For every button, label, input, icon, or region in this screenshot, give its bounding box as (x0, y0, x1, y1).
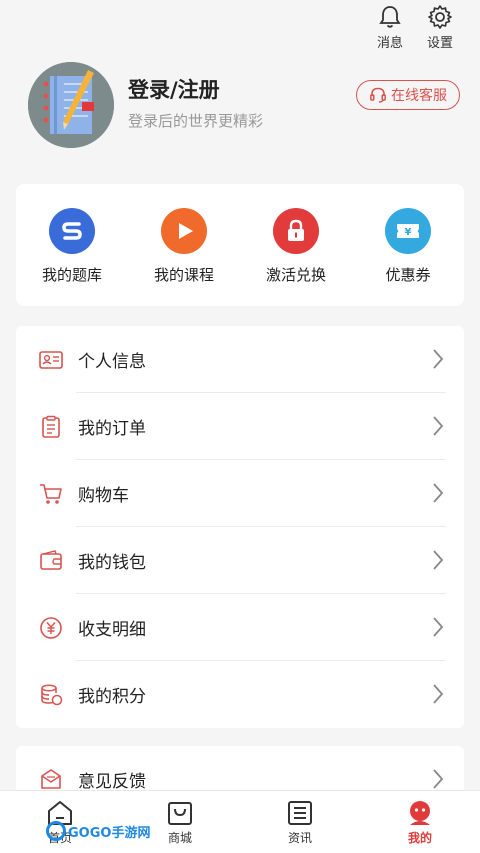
yuan-icon (40, 617, 62, 639)
menu-item-points[interactable]: 我的积分 (16, 661, 464, 728)
tab-news[interactable]: 资讯 (240, 791, 360, 853)
menu-item-transactions[interactable]: 收支明细 (16, 594, 464, 661)
menu-item-orders[interactable]: 我的订单 (16, 393, 464, 460)
settings-button[interactable]: 设置 (422, 4, 458, 56)
play-course-icon (161, 208, 207, 254)
quick-item-coupons[interactable]: ¥ 优惠券 (358, 208, 458, 306)
chevron-right-icon (433, 483, 444, 503)
menu-label: 购物车 (78, 486, 129, 506)
quick-label: 我的课程 (153, 266, 214, 284)
menu-label: 我的订单 (78, 419, 146, 439)
login-subtitle: 登录后的世界更精彩 (128, 112, 264, 130)
chevron-right-icon (433, 416, 444, 436)
quick-item-courses[interactable]: 我的课程 (134, 208, 234, 306)
menu-label: 收支明细 (78, 620, 146, 640)
chevron-right-icon (433, 349, 444, 369)
chevron-right-icon (433, 769, 444, 789)
menu-list: 个人信息 我的订单 购物车 我的钱包 收支明细 我的积分 (16, 326, 464, 728)
news-icon (288, 801, 312, 825)
messages-label: 消息 (376, 36, 403, 51)
tab-label: 我的 (407, 831, 432, 845)
online-service-button[interactable]: 在线客服 (356, 80, 460, 110)
avatar-notebook-icon (28, 62, 114, 148)
top-bar: 消息 设置 (372, 0, 480, 56)
order-icon (42, 415, 60, 438)
menu-label: 我的积分 (78, 687, 146, 707)
watermark-text: GOGO手游网 (68, 825, 151, 841)
menu-label: 我的钱包 (78, 553, 146, 573)
menu-item-personal-info[interactable]: 个人信息 (16, 326, 464, 393)
avatar[interactable] (28, 62, 114, 148)
svg-text:¥: ¥ (405, 227, 412, 238)
tab-label: 资讯 (287, 831, 312, 845)
menu-label: 意见反馈 (78, 772, 146, 792)
chevron-right-icon (433, 617, 444, 637)
chevron-right-icon (433, 684, 444, 704)
coins-icon (41, 684, 63, 706)
quick-actions-card: 我的题库 我的课程 激活兑换 ¥ 优惠券 (16, 184, 464, 306)
quick-label: 我的题库 (41, 266, 102, 284)
settings-label: 设置 (426, 36, 453, 51)
watermark-circle-icon (46, 821, 66, 841)
question-bank-icon (49, 208, 95, 254)
menu-item-cart[interactable]: 购物车 (16, 460, 464, 527)
login-register-link[interactable]: 登录/注册 (128, 74, 220, 104)
quick-label: 激活兑换 (265, 266, 326, 284)
chevron-right-icon (433, 550, 444, 570)
tab-profile[interactable]: 我的 (360, 791, 480, 853)
tab-label: 商城 (167, 831, 192, 845)
bell-icon (379, 6, 401, 28)
id-card-icon (39, 351, 63, 369)
menu-label: 个人信息 (78, 352, 146, 372)
profile-section: 登录/注册 登录后的世界更精彩 在线客服 (0, 60, 480, 170)
gear-icon (428, 5, 452, 29)
quick-label: 优惠券 (385, 266, 431, 284)
profile-icon (410, 801, 430, 825)
coupon-icon: ¥ (385, 208, 431, 254)
lock-icon (273, 208, 319, 254)
quick-item-activate[interactable]: 激活兑换 (246, 208, 346, 306)
quick-item-question-bank[interactable]: 我的题库 (22, 208, 122, 306)
wallet-icon (40, 550, 62, 570)
shop-bag-icon (168, 802, 192, 825)
cart-icon (40, 484, 62, 504)
messages-button[interactable]: 消息 (372, 4, 408, 56)
watermark-logo: GOGO手游网 (46, 821, 150, 841)
online-service-label: 在线客服 (391, 88, 447, 104)
menu-item-wallet[interactable]: 我的钱包 (16, 527, 464, 594)
headset-icon (370, 87, 386, 103)
